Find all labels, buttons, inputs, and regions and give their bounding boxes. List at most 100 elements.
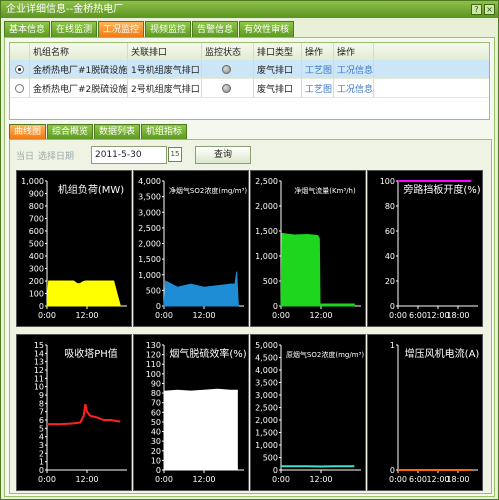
series-5 (163, 388, 238, 471)
row-unit-name: 金桥热电厂#2脱硫设施 (30, 79, 128, 97)
x-tick-label: 12:00 (309, 311, 332, 320)
x-tick-label: 12:00 (309, 475, 332, 484)
y-tick-label: 0 (273, 302, 278, 311)
tab-validity-audit[interactable]: 有效性审核 (239, 21, 295, 37)
query-button[interactable]: 查询 (195, 146, 251, 164)
y-tick-label: 2,500 (138, 224, 161, 233)
tab-unit-indicators[interactable]: 机组指标 (141, 124, 188, 139)
today-link[interactable]: 当日 (16, 149, 34, 162)
choose-date-label: 选择日期 (38, 151, 75, 162)
chart-5: 130 120 110 100 90 80 70 60 50 40 30 20 10 0 0:00 12:00… (133, 334, 249, 491)
row-radio[interactable] (15, 83, 24, 93)
y-tick-label: 0 (156, 302, 161, 311)
y-tick-label: 0 (273, 466, 278, 475)
series-1 (163, 271, 239, 307)
tab-video-monitoring[interactable]: 视频监控 (145, 21, 192, 37)
tab-alarm-info[interactable]: 告警信息 (192, 21, 239, 37)
y-tick-label: 2,000 (138, 240, 161, 249)
y-tick-label: 200 (29, 277, 44, 286)
chart-2: 2,500 2,000 1,500 1,000 500 0 0:00 12:00 净烟气流量(K… (250, 170, 366, 327)
condition-info-link[interactable]: 工况信息 (334, 60, 374, 78)
x-tick-label: 0:00 (272, 311, 290, 320)
y-tick-label: 4,500 (255, 354, 278, 363)
x-tick-label: 0:00 (155, 475, 173, 484)
curve-panel: 当日 选择日期 2011-5-30 15 查询 1,000 90 0 80 0 70 0 60… (9, 139, 492, 494)
x-tick-label: 0:00 (389, 311, 407, 320)
row-outlet: 1号机组废气排口 (128, 60, 202, 78)
x-tick-label: 12:00 (75, 475, 98, 484)
calendar-icon[interactable]: 15 (168, 147, 182, 162)
y-tick-label: 0 (39, 466, 44, 475)
chart-title: 旁路挡板开度(%) (403, 183, 480, 196)
main-window: 企业详细信息--金桥热电厂 ? × 基本信息 在线监测 工况监控 视频监控 告警… (0, 0, 499, 500)
tab-curves[interactable]: 曲线图 (9, 124, 47, 139)
x-tick-label: 0:00 (272, 475, 290, 484)
y-tick-label: 60 (385, 227, 395, 236)
chart-title: 烟气脱硫效率(%) (169, 347, 246, 360)
tab-working-condition[interactable]: 工况监控 (98, 21, 145, 37)
y-tick-label: 90 (151, 379, 161, 388)
x-tick-label: 0:00 (389, 475, 407, 484)
y-tick-label: 0 (39, 302, 44, 311)
tab-data-list[interactable]: 数据列表 (94, 124, 141, 139)
y-tick-label: 10 (151, 456, 161, 465)
y-tick-label: 3,500 (255, 379, 278, 388)
y-tick-label: 80 (151, 389, 161, 398)
row-radio[interactable] (15, 64, 24, 74)
tab-online-monitoring[interactable]: 在线监测 (51, 21, 98, 37)
chart-7: 1 0 0:00 6:00 12:00 18:00 增压风机电流(A) (367, 334, 483, 491)
y-tick-label: 1,500 (138, 255, 161, 264)
y-tick-label: 100 (146, 370, 161, 379)
y-tick-label: 70 (151, 399, 161, 408)
tab-overview[interactable]: 综合概览 (47, 124, 94, 139)
chart-title: 增压风机电流(A) (405, 347, 480, 360)
process-diagram-link[interactable]: 工艺图 (302, 60, 334, 78)
chart-4: 15 14 13 12 11 10 9 8 7 6 5 4 3 2 1 0 0:00 12:00 吸收塔PH值 (16, 334, 132, 491)
x-tick-label: 6:00 (409, 311, 427, 320)
y-tick-label: 100 (29, 290, 44, 299)
y-tick-label: 2,000 (255, 202, 278, 211)
condition-info-link[interactable]: 工况信息 (334, 79, 374, 97)
y-tick-label: 40 (385, 252, 395, 261)
y-tick-label: 30 (151, 437, 161, 446)
chart-title: 机组负荷(MW) (58, 183, 124, 196)
x-tick-label: 12:00 (75, 311, 98, 320)
chart-title: 净烟气流量(Km³/h) (294, 186, 356, 195)
chart-axes (397, 345, 478, 471)
y-tick-label: 110 (146, 360, 161, 369)
main-panel: 机组名称 关联排口 监控状态 排口类型 操作 操作 金桥热电厂#1脱硫设施 1号… (4, 37, 495, 497)
x-tick-label: 0:00 (38, 475, 56, 484)
row-outlet-type: 废气排口 (254, 79, 302, 97)
help-button[interactable]: ? (471, 4, 482, 15)
x-tick-label: 18:00 (446, 475, 469, 484)
y-tick-label: 3,500 (138, 193, 161, 202)
y-tick-label: 400 (29, 252, 44, 261)
chart-3: 100 80 60 40 20 0 0:00 6:00 12:00 18:00 旁路挡板开度(%) (367, 170, 483, 327)
y-tick-label: 1,000 (138, 271, 161, 280)
chart-6: 5,000 4,500 4,000 3,500 3,000 2,500 2,000 1,500… (250, 334, 366, 491)
row-unit-name: 金桥热电厂#1脱硫设施 (30, 60, 128, 78)
y-tick-label: 20 (151, 447, 161, 456)
y-tick-label: 0 (156, 466, 161, 475)
close-button[interactable]: × (484, 4, 495, 15)
col-action-2: 操作 (334, 43, 374, 59)
y-tick-label: 3,000 (255, 391, 278, 400)
y-tick-label: 60 (151, 408, 161, 417)
y-tick-label: 1,000 (21, 177, 44, 186)
series-2 (280, 232, 355, 307)
chart-axes (280, 345, 361, 471)
table-row[interactable]: 金桥热电厂#2脱硫设施 2号机组废气排口 废气排口 工艺图 工况信息 (10, 79, 489, 98)
x-tick-label: 18:00 (446, 311, 469, 320)
tab-basic-info[interactable]: 基本信息 (4, 21, 51, 37)
y-tick-label: 20 (385, 277, 395, 286)
process-diagram-link[interactable]: 工艺图 (302, 79, 334, 97)
y-tick-label: 500 (263, 277, 278, 286)
title-bar: 企业详细信息--金桥热电厂 ? × (1, 1, 498, 18)
date-input[interactable]: 2011-5-30 (91, 146, 167, 164)
y-tick-label: 500 (29, 240, 44, 249)
chart-1: 4,000 3,500 3,000 2,500 2,000 1,500 1,000 500 0 0… (133, 170, 249, 327)
y-tick-label: 130 (146, 341, 161, 350)
col-outlet: 关联排口 (128, 43, 202, 59)
table-row[interactable]: 金桥热电厂#1脱硫设施 1号机组废气排口 废气排口 工艺图 工况信息 (10, 60, 489, 79)
y-tick-label: 1,500 (255, 429, 278, 438)
